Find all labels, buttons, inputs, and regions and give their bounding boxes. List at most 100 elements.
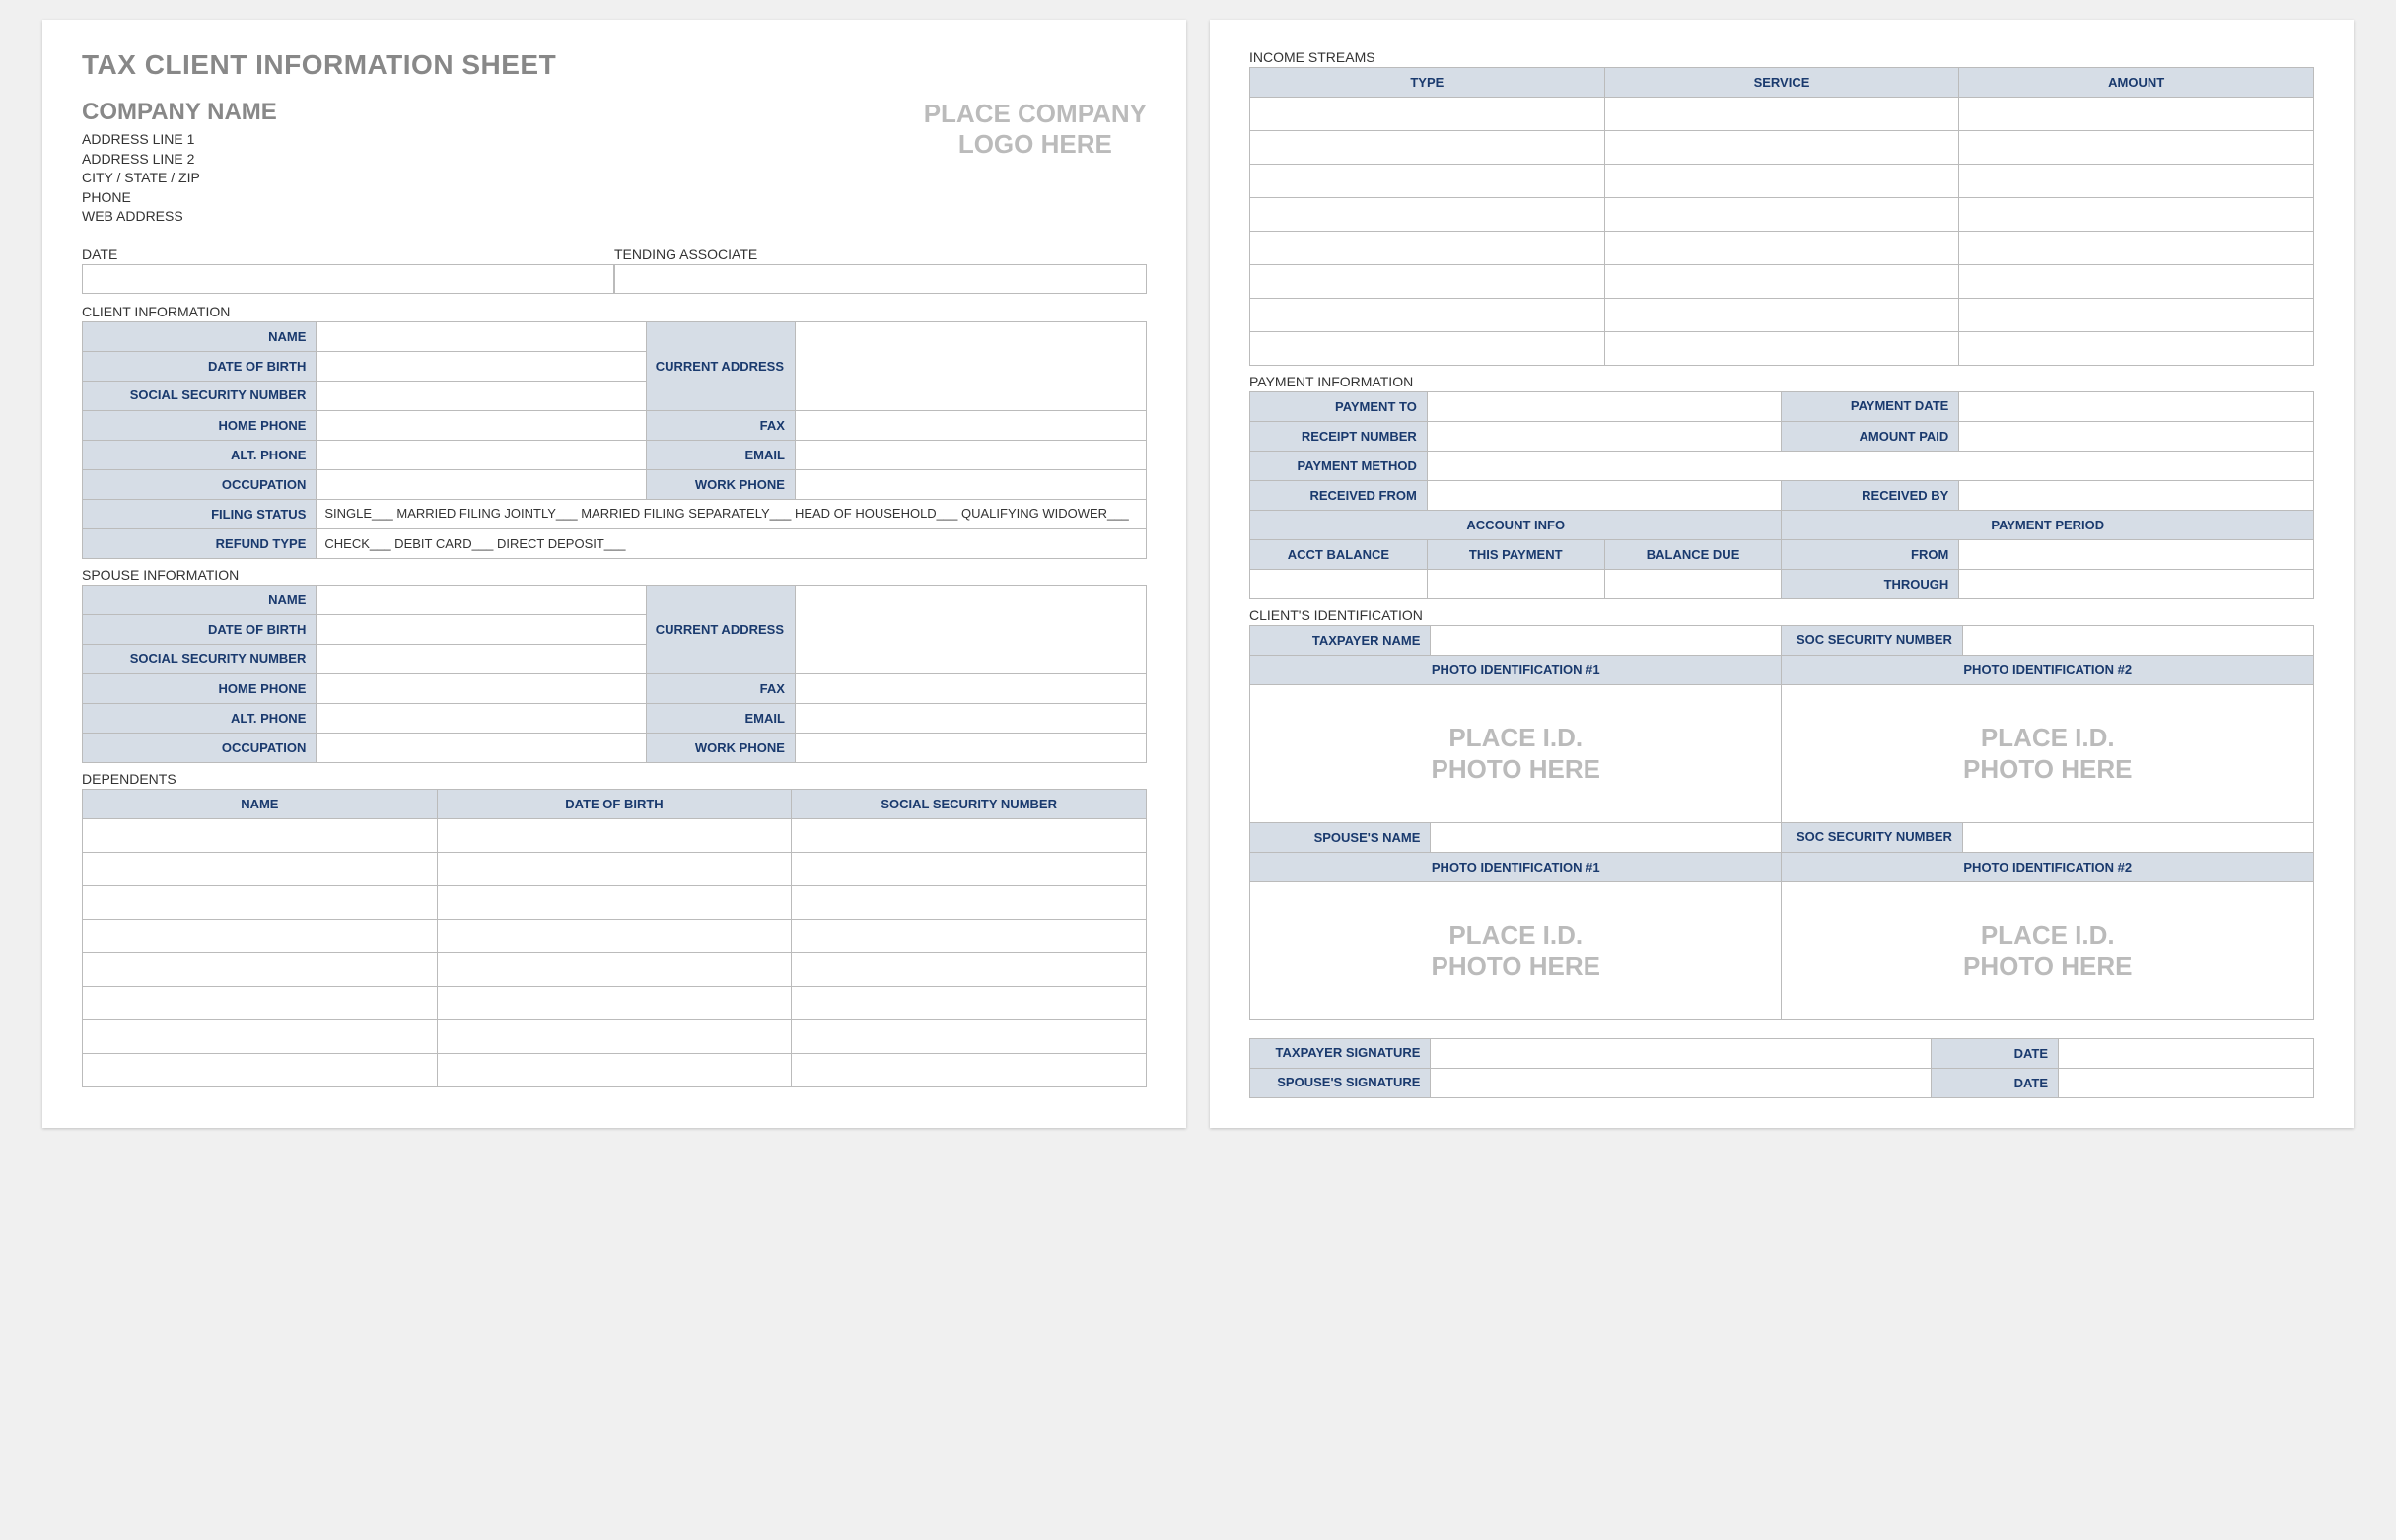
spouse-occupation-input[interactable]: [317, 733, 646, 762]
amount-paid-input[interactable]: [1959, 422, 2314, 452]
date-input[interactable]: [82, 264, 614, 294]
signature-table: TAXPAYER SIGNATURE DATE SPOUSE'S SIGNATU…: [1249, 1038, 2314, 1098]
dob-label: DATE OF BIRTH: [83, 351, 317, 381]
dep-row[interactable]: [83, 919, 1147, 952]
spouse-photo-id-1-header: PHOTO IDENTIFICATION #1: [1250, 853, 1782, 882]
dependents-heading: DEPENDENTS: [82, 771, 1147, 787]
spouse-dob-input[interactable]: [317, 614, 646, 644]
through-input[interactable]: [1959, 570, 2314, 599]
from-input[interactable]: [1959, 540, 2314, 570]
acct-balance-input[interactable]: [1250, 570, 1428, 599]
header-block: COMPANY NAME ADDRESS LINE 1 ADDRESS LINE…: [82, 99, 1147, 227]
this-payment-input[interactable]: [1427, 570, 1604, 599]
ssn-input[interactable]: [317, 381, 646, 410]
dependents-table: NAME DATE OF BIRTH SOCIAL SECURITY NUMBE…: [82, 789, 1147, 1087]
spouse-id-ssn-label: SOC SECURITY NUMBER: [1782, 823, 1962, 853]
from-label: FROM: [1782, 540, 1959, 570]
alt-phone-input[interactable]: [317, 440, 646, 469]
payment-to-input[interactable]: [1427, 392, 1782, 422]
taxpayer-signature-input[interactable]: [1431, 1039, 1931, 1069]
spouse-work-phone-label: WORK PHONE: [646, 733, 795, 762]
income-type-header: TYPE: [1250, 68, 1605, 98]
dep-row[interactable]: [83, 1019, 1147, 1053]
fax-input[interactable]: [795, 410, 1146, 440]
payment-to-label: PAYMENT TO: [1250, 392, 1428, 422]
filing-status-options[interactable]: SINGLE___ MARRIED FILING JOINTLY___ MARR…: [317, 499, 1147, 528]
spouse-sig-date-input[interactable]: [2059, 1069, 2314, 1098]
income-row[interactable]: [1250, 299, 2314, 332]
received-from-input[interactable]: [1427, 481, 1782, 511]
balance-due-input[interactable]: [1604, 570, 1782, 599]
client-info-table: NAME CURRENT ADDRESS DATE OF BIRTH SOCIA…: [82, 321, 1147, 559]
spouse-fax-input[interactable]: [795, 673, 1146, 703]
current-address-input[interactable]: [795, 321, 1146, 410]
spouse-home-phone-label: HOME PHONE: [83, 673, 317, 703]
taxpayer-sig-date-input[interactable]: [2059, 1039, 2314, 1069]
payment-method-input[interactable]: [1427, 452, 2313, 481]
spouse-ssn-input[interactable]: [317, 644, 646, 673]
income-row[interactable]: [1250, 332, 2314, 366]
home-phone-label: HOME PHONE: [83, 410, 317, 440]
spouse-name-input[interactable]: [317, 585, 646, 614]
spouse-email-input[interactable]: [795, 703, 1146, 733]
spouse-id-ssn-input[interactable]: [1962, 823, 2313, 853]
spouse-home-phone-input[interactable]: [317, 673, 646, 703]
spouse-current-address-input[interactable]: [795, 585, 1146, 673]
work-phone-input[interactable]: [795, 469, 1146, 499]
income-row[interactable]: [1250, 131, 2314, 165]
occupation-input[interactable]: [317, 469, 646, 499]
filing-status-label: FILING STATUS: [83, 499, 317, 528]
receipt-number-label: RECEIPT NUMBER: [1250, 422, 1428, 452]
spouse-photo-1[interactable]: PLACE I.D.PHOTO HERE: [1250, 882, 1782, 1020]
spouse-alt-phone-label: ALT. PHONE: [83, 703, 317, 733]
refund-type-options[interactable]: CHECK___ DEBIT CARD___ DIRECT DEPOSIT___: [317, 528, 1147, 558]
spouse-alt-phone-input[interactable]: [317, 703, 646, 733]
refund-type-label: REFUND TYPE: [83, 528, 317, 558]
taxpayer-name-label: TAXPAYER NAME: [1250, 626, 1431, 656]
dep-row[interactable]: [83, 986, 1147, 1019]
taxpayer-ssn-input[interactable]: [1962, 626, 2313, 656]
dep-row[interactable]: [83, 885, 1147, 919]
income-row[interactable]: [1250, 165, 2314, 198]
email-label: EMAIL: [646, 440, 795, 469]
income-row[interactable]: [1250, 265, 2314, 299]
spouse-work-phone-input[interactable]: [795, 733, 1146, 762]
amount-paid-label: AMOUNT PAID: [1782, 422, 1959, 452]
dep-name-header: NAME: [83, 789, 438, 818]
taxpayer-photo-1[interactable]: PLACE I.D.PHOTO HERE: [1250, 685, 1782, 823]
address-line-2: ADDRESS LINE 2: [82, 150, 277, 170]
fax-label: FAX: [646, 410, 795, 440]
date-associate-row: DATE TENDING ASSOCIATE: [82, 246, 1147, 294]
spouse-fax-label: FAX: [646, 673, 795, 703]
dep-row[interactable]: [83, 818, 1147, 852]
income-row[interactable]: [1250, 98, 2314, 131]
received-by-input[interactable]: [1959, 481, 2314, 511]
city-state-zip: CITY / STATE / ZIP: [82, 169, 277, 188]
spouse-info-heading: SPOUSE INFORMATION: [82, 567, 1147, 583]
taxpayer-name-input[interactable]: [1431, 626, 1782, 656]
home-phone-input[interactable]: [317, 410, 646, 440]
company-name: COMPANY NAME: [82, 99, 277, 126]
spouse-photo-2[interactable]: PLACE I.D.PHOTO HERE: [1782, 882, 2314, 1020]
spouse-photo-id-2-header: PHOTO IDENTIFICATION #2: [1782, 853, 2314, 882]
received-from-label: RECEIVED FROM: [1250, 481, 1428, 511]
taxpayer-photo-2[interactable]: PLACE I.D.PHOTO HERE: [1782, 685, 2314, 823]
account-info-header: ACCOUNT INFO: [1250, 511, 1782, 540]
client-id-table: TAXPAYER NAME SOC SECURITY NUMBER PHOTO …: [1249, 625, 2314, 1020]
dep-row[interactable]: [83, 1053, 1147, 1086]
dep-row[interactable]: [83, 952, 1147, 986]
spouse-id-name-input[interactable]: [1431, 823, 1782, 853]
name-input[interactable]: [317, 321, 646, 351]
spouse-signature-input[interactable]: [1431, 1069, 1931, 1098]
taxpayer-ssn-label: SOC SECURITY NUMBER: [1782, 626, 1962, 656]
income-row[interactable]: [1250, 232, 2314, 265]
client-id-heading: CLIENT'S IDENTIFICATION: [1249, 607, 2314, 623]
spouse-id-name-label: SPOUSE'S NAME: [1250, 823, 1431, 853]
tending-associate-input[interactable]: [614, 264, 1147, 294]
dep-row[interactable]: [83, 852, 1147, 885]
email-input[interactable]: [795, 440, 1146, 469]
receipt-number-input[interactable]: [1427, 422, 1782, 452]
payment-date-input[interactable]: [1959, 392, 2314, 422]
income-row[interactable]: [1250, 198, 2314, 232]
dob-input[interactable]: [317, 351, 646, 381]
